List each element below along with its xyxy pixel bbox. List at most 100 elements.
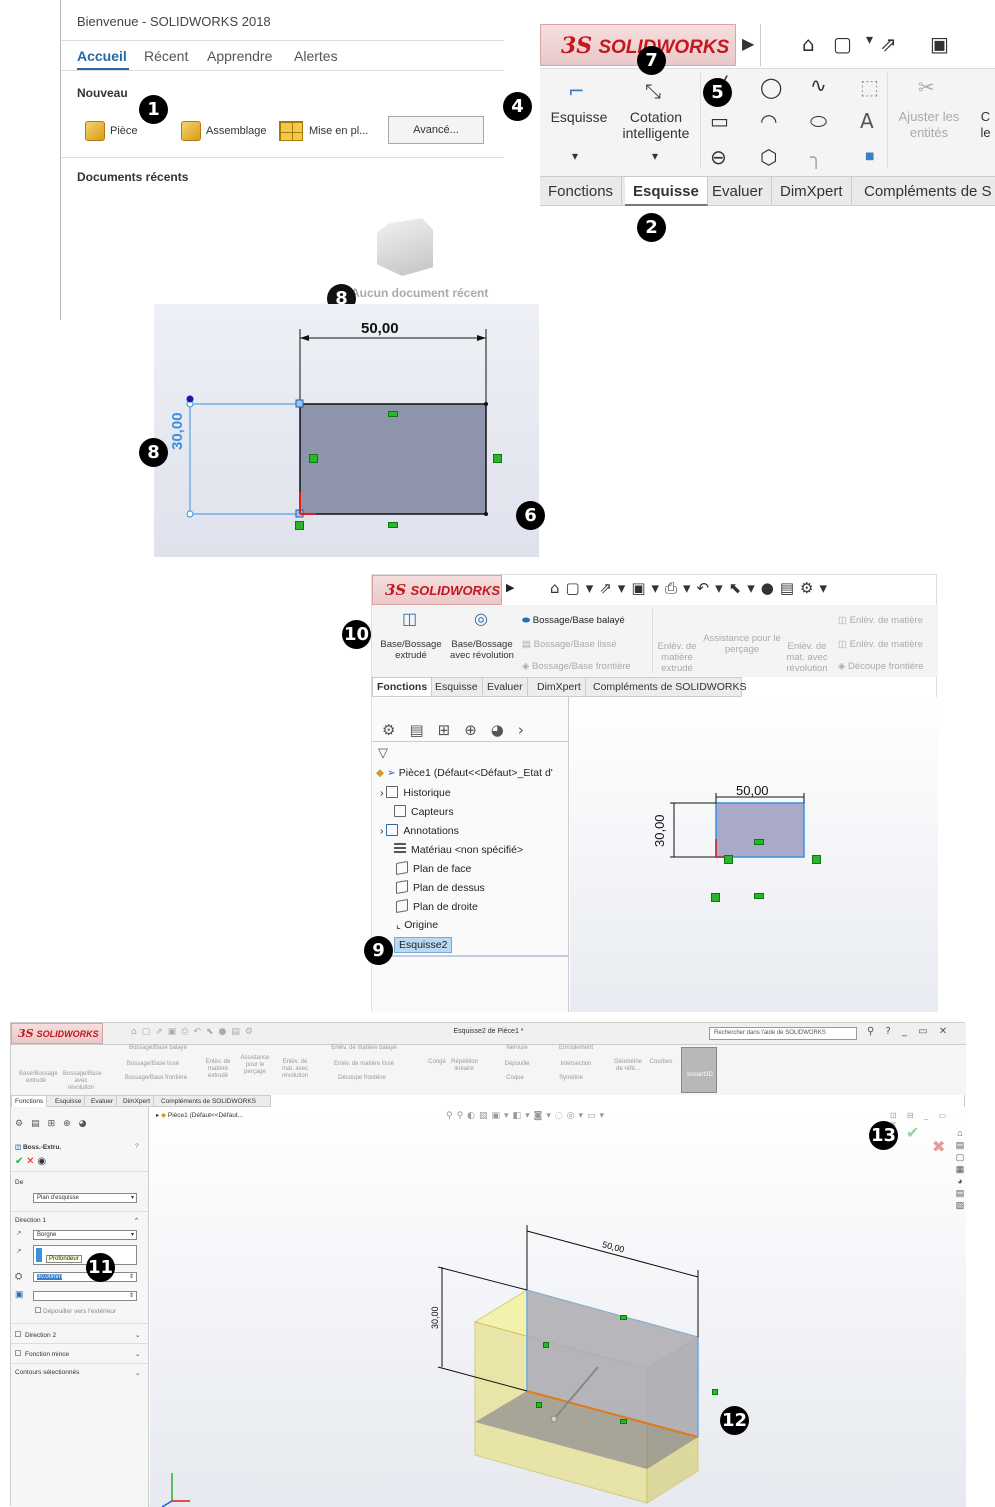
extrude-button[interactable]: Base/Bossage extrudé <box>376 639 446 661</box>
open-icon[interactable]: ⇗ <box>880 32 897 56</box>
ellipse-icon[interactable]: ⬭ <box>810 109 827 133</box>
instant3d-button[interactable]: Instant3D <box>681 1047 717 1093</box>
ribbon-command-2[interactable]: Bossage/Base balayé <box>123 1045 193 1052</box>
expand-icon[interactable]: ⌄ <box>135 1369 140 1377</box>
ribbon-command-16[interactable]: Enroulement <box>551 1045 601 1052</box>
ribbon-command-10[interactable]: Découpe frontière <box>329 1075 395 1082</box>
ribbon-command-18[interactable]: Symétrie <box>551 1075 591 1082</box>
help-search-input[interactable]: Rechercher dans l'aide de SOLIDWORKS <box>709 1027 857 1040</box>
expand-icon[interactable]: ⌄ <box>135 1331 140 1339</box>
tree-item-history[interactable]: › Historique <box>380 786 451 799</box>
draft-angle-input[interactable]: ⇕ <box>33 1291 137 1301</box>
tab-complements[interactable]: Compléments de SOLIDWORKS <box>158 1096 259 1107</box>
tree-item-top-plane[interactable]: Plan de dessus <box>396 879 485 895</box>
rectangle-icon[interactable]: ▭ <box>710 109 729 133</box>
ribbon-command-15[interactable]: Coque <box>497 1075 533 1082</box>
tab-dimxpert[interactable]: DimXpert <box>772 177 852 206</box>
tab-esquisse[interactable]: Esquisse <box>625 177 708 206</box>
draft-outward-checkbox[interactable]: Dépouiller vers l'extérieur <box>35 1307 116 1315</box>
ribbon-command-8[interactable]: Enlèv. de matière balayé <box>329 1045 399 1052</box>
ribbon-command-3[interactable]: Bossage/Base lissé <box>123 1061 183 1068</box>
width-dimension[interactable]: 50,00 <box>361 320 399 337</box>
swept-cut-button[interactable]: ◫ Enlèv. de matière <box>838 615 923 626</box>
expand-arrow-icon[interactable]: ▶ <box>506 581 514 594</box>
revolve-button[interactable]: Base/Bossage avec révolution <box>448 639 516 661</box>
selected-contours-label[interactable]: Contours sélectionnés <box>15 1369 79 1376</box>
home-icon[interactable]: ⌂ <box>802 32 815 56</box>
polygon-icon[interactable]: ⬡ <box>760 145 777 169</box>
arc-icon[interactable]: ◠ <box>760 109 777 133</box>
pm-actions[interactable]: ✔ ✕ ◉ <box>15 1156 46 1167</box>
ribbon-command-14[interactable]: Dépouille <box>497 1061 537 1068</box>
ribbon-command-11[interactable]: Congé <box>427 1059 447 1066</box>
tree-item-sensors[interactable]: Capteurs <box>394 805 454 818</box>
sketch-dropdown-icon[interactable]: ▾ <box>572 149 578 163</box>
direction2-toggle[interactable]: Direction 2 <box>15 1331 56 1339</box>
revolved-cut-button[interactable]: Enlèv. de mat. avec révolution <box>782 641 832 674</box>
tab-fonctions[interactable]: Fonctions <box>540 177 623 206</box>
tree-item-sketch2[interactable]: Esquisse2 <box>394 937 453 953</box>
ribbon-command-0[interactable]: Base/Bossage extrudé <box>19 1071 58 1085</box>
direction-field[interactable]: Profondeur <box>33 1245 137 1265</box>
spline-icon[interactable]: ∿ <box>810 73 827 97</box>
trim-button[interactable]: Ajuster les entités <box>892 109 966 141</box>
direction-icon[interactable]: ↗ <box>16 1247 21 1255</box>
tab-fonctions[interactable]: Fonctions <box>373 678 433 696</box>
sweep-button[interactable]: ⬬ Bossage/Base balayé <box>522 615 625 626</box>
from-select[interactable]: Plan d'esquisse ▾ <box>33 1193 137 1203</box>
ribbon-command-17[interactable]: Intersection <box>551 1061 601 1068</box>
advanced-button[interactable]: Avancé... <box>388 116 484 144</box>
dimension-dropdown-icon[interactable]: ▾ <box>652 149 658 163</box>
height-dimension[interactable]: 30,00 <box>652 814 667 847</box>
ribbon-command-13[interactable]: Nervure <box>497 1045 537 1052</box>
draft-icon[interactable]: ▣ <box>15 1289 24 1300</box>
tab-evaluer[interactable]: Evaluer <box>704 177 772 206</box>
new-assembly-button[interactable]: Assemblage <box>181 118 267 144</box>
expand-arrow-icon[interactable]: ▶ <box>742 34 754 53</box>
expand-icon[interactable]: ⌄ <box>135 1350 140 1358</box>
tab-evaluer[interactable]: Evaluer <box>88 1096 118 1107</box>
tree-item-origin[interactable]: ⌞ Origine <box>396 919 438 931</box>
help-icon[interactable]: ? <box>135 1143 139 1150</box>
tab-dimxpert[interactable]: DimXpert <box>120 1096 155 1107</box>
extruded-cut-button[interactable]: Enlèv. de matière extrudé <box>654 641 700 674</box>
new-document-icon[interactable]: ▢ <box>833 32 852 56</box>
window-controls[interactable]: ⚲ ? _ ▭ ✕ <box>867 1026 951 1037</box>
filter-icon[interactable]: ▽ <box>378 745 388 761</box>
ribbon-command-6[interactable]: Assistance pour le perçage <box>237 1055 273 1076</box>
depth-input[interactable]: 30.00mm ⇕ <box>33 1272 137 1282</box>
collapse-icon[interactable]: ^ <box>135 1217 138 1224</box>
boundary-button[interactable]: ◈ Bossage/Base frontière <box>522 661 631 672</box>
circle-icon[interactable]: ◯ <box>760 75 782 99</box>
graphics-area[interactable]: 50,00 30,00 <box>570 697 938 1012</box>
tab-recent[interactable]: Récent <box>144 48 188 64</box>
ribbon-command-19[interactable]: Géométrie de réfé... <box>611 1059 645 1073</box>
graphics-area[interactable]: ▸ ◆ Pièce1 (Défaut<<Défaut... ⚲⚲◐▧▣▾◧▾◙▾… <box>150 1107 966 1507</box>
quick-access-toolbar[interactable]: ⌂▢▾⇗▾▣▾⎙▾↶▾⬉▾●▤⚙▾ <box>550 579 833 597</box>
tab-fonctions[interactable]: Fonctions <box>12 1096 48 1107</box>
ribbon-command-5[interactable]: Enlèv. de matière extrudé <box>203 1059 233 1080</box>
tab-accueil[interactable]: Accueil <box>77 48 127 64</box>
height-dimension[interactable]: 30,00 <box>430 1306 440 1329</box>
slot-icon[interactable]: ⊖ <box>710 145 727 169</box>
text-icon[interactable]: A <box>860 109 874 133</box>
height-dimension[interactable]: 30,00 <box>169 412 186 450</box>
dropdown-icon[interactable]: ▾ <box>866 32 873 48</box>
tree-item-right-plane[interactable]: Plan de droite <box>396 898 478 914</box>
tab-apprendre[interactable]: Apprendre <box>207 48 272 64</box>
manager-tabs[interactable]: ⚙▤⊞⊕◕› <box>382 721 538 739</box>
new-drawing-button[interactable]: Mise en pl... <box>279 118 368 144</box>
ribbon-command-7[interactable]: Enlèv. de mat. avec révolution <box>279 1059 311 1080</box>
manager-tabs[interactable]: ⚙▤⊞⊕◕ <box>15 1119 95 1129</box>
ribbon-command-20[interactable]: Courbes <box>649 1059 673 1066</box>
tab-complements[interactable]: Compléments de SOLIDWORKS <box>589 678 750 696</box>
tab-evaluer[interactable]: Evaluer <box>483 678 528 696</box>
new-part-button[interactable]: Pièce <box>85 118 138 144</box>
construction-icon[interactable]: ⬚ <box>860 75 879 99</box>
convert-button[interactable]: C le <box>976 109 995 141</box>
tree-item-annotations[interactable]: › Annotations <box>380 824 459 837</box>
tab-alertes[interactable]: Alertes <box>294 48 338 64</box>
fillet-icon[interactable]: ╮ <box>810 145 822 169</box>
ribbon-command-9[interactable]: Enlèv. de matière lissé <box>329 1061 399 1068</box>
sketch-graphics-area[interactable]: 50,00 30,00 <box>154 304 539 557</box>
